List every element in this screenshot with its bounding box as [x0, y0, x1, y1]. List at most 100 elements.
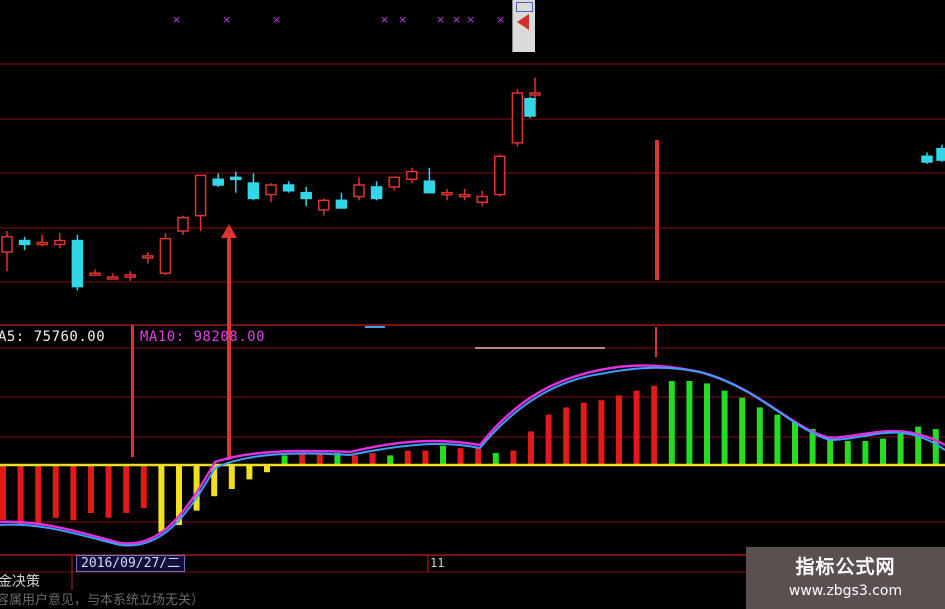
- date-cursor-label: 2016/09/27/二: [76, 555, 186, 572]
- candle: [212, 173, 224, 187]
- candle: [282, 181, 295, 193]
- candle-body: [71, 239, 84, 288]
- candle: [18, 236, 31, 251]
- macd-bar: [70, 465, 77, 521]
- macd-bar: [668, 381, 675, 465]
- macd-bar: [792, 421, 798, 465]
- candle: [406, 167, 418, 184]
- candle: [370, 181, 383, 201]
- macd-bar: [35, 465, 42, 525]
- candle-body: [18, 239, 31, 246]
- macd-bar: [158, 465, 165, 533]
- macd-bar: [404, 450, 411, 465]
- macd-bar: [387, 455, 394, 465]
- candle: [54, 232, 66, 249]
- macd-bar: [52, 465, 59, 518]
- macd-bar: [528, 431, 534, 465]
- macd-bar: [316, 453, 323, 465]
- volume-tick: [365, 326, 385, 328]
- macd-bar: [580, 402, 587, 465]
- marker-glyph: ×: [496, 13, 505, 26]
- candle-body: [230, 176, 242, 181]
- candle-body: [177, 216, 189, 232]
- candle-body: [529, 92, 541, 96]
- candle-body: [936, 147, 945, 161]
- macd-bar: [228, 465, 235, 489]
- signal-line: [655, 327, 657, 357]
- candle: [1, 231, 13, 272]
- candle-body: [388, 176, 400, 188]
- candle: [300, 186, 312, 207]
- macd-bar: [510, 450, 517, 465]
- candle: [159, 232, 172, 276]
- macd-bar: [756, 407, 763, 465]
- marker-glyph: ×: [452, 13, 461, 26]
- candle-body: [54, 239, 66, 246]
- ma10-legend: MA10: 98208.00: [140, 329, 266, 345]
- candle-body: [406, 170, 418, 180]
- up-arrow-icon: [221, 224, 237, 238]
- candle: [441, 188, 453, 201]
- candle-body: [921, 155, 933, 163]
- candle-body: [265, 184, 277, 196]
- candle-body: [106, 276, 119, 280]
- marker-glyph: ×: [398, 13, 407, 26]
- arrow-left-icon: [517, 14, 529, 30]
- candle-body: [458, 193, 471, 198]
- macd-bar: [721, 390, 728, 465]
- watermark-url: www.zbgs3.com: [788, 583, 903, 599]
- oscillator-lines: [0, 326, 945, 547]
- signal-line: [131, 325, 134, 457]
- macd-bar: [88, 465, 94, 513]
- candle-body: [1, 236, 13, 253]
- macd-bar: [140, 465, 147, 509]
- candle: [177, 215, 189, 235]
- candle: [353, 177, 365, 201]
- marker-glyph: ×: [436, 13, 445, 26]
- scroll-widget[interactable]: [512, 0, 535, 52]
- macd-bar: [246, 465, 253, 480]
- macd-bar: [897, 433, 904, 465]
- candle-body: [247, 182, 260, 200]
- candle-body: [511, 92, 524, 144]
- signal-line: [227, 235, 231, 460]
- candle-body: [353, 184, 365, 198]
- signal-line: [655, 140, 659, 280]
- candle: [124, 271, 136, 281]
- macd-bar: [932, 429, 939, 465]
- macd-bar: [862, 441, 869, 465]
- macd-bar: [0, 465, 6, 521]
- macd-bar: [616, 395, 622, 465]
- macd-histogram: [0, 381, 939, 533]
- candle-body: [89, 272, 101, 276]
- macd-bar: [633, 390, 640, 465]
- macd-bar: [545, 414, 552, 465]
- macd-bar: [739, 397, 746, 465]
- candle: [142, 252, 154, 264]
- marker-glyph: ×: [222, 13, 231, 26]
- macd-bar: [704, 383, 710, 465]
- marker-glyph: ×: [172, 13, 181, 26]
- candle: [524, 96, 536, 118]
- macd-bar: [352, 455, 358, 465]
- slow-line: [0, 366, 945, 547]
- macd-bar: [475, 448, 482, 465]
- macd-bar: [105, 465, 112, 518]
- candle-body: [36, 241, 48, 246]
- candle: [71, 234, 84, 291]
- macd-bar: [686, 381, 693, 465]
- watermark-title: 指标公式网: [795, 556, 896, 578]
- macd-bar: [880, 438, 886, 465]
- candle-body: [476, 195, 488, 203]
- signal-markers: [131, 140, 659, 460]
- macd-bar: [563, 407, 570, 465]
- indicator-tab[interactable]: 金决策: [0, 571, 40, 591]
- macd-bar: [457, 448, 464, 465]
- candle-body: [335, 199, 348, 209]
- macd-bar: [281, 455, 288, 465]
- macd-bar: [915, 426, 922, 465]
- stock-chart[interactable]: × × × × × × × × ×: [0, 0, 945, 609]
- candle: [335, 192, 348, 209]
- macd-bar: [123, 465, 130, 513]
- candle: [423, 167, 436, 194]
